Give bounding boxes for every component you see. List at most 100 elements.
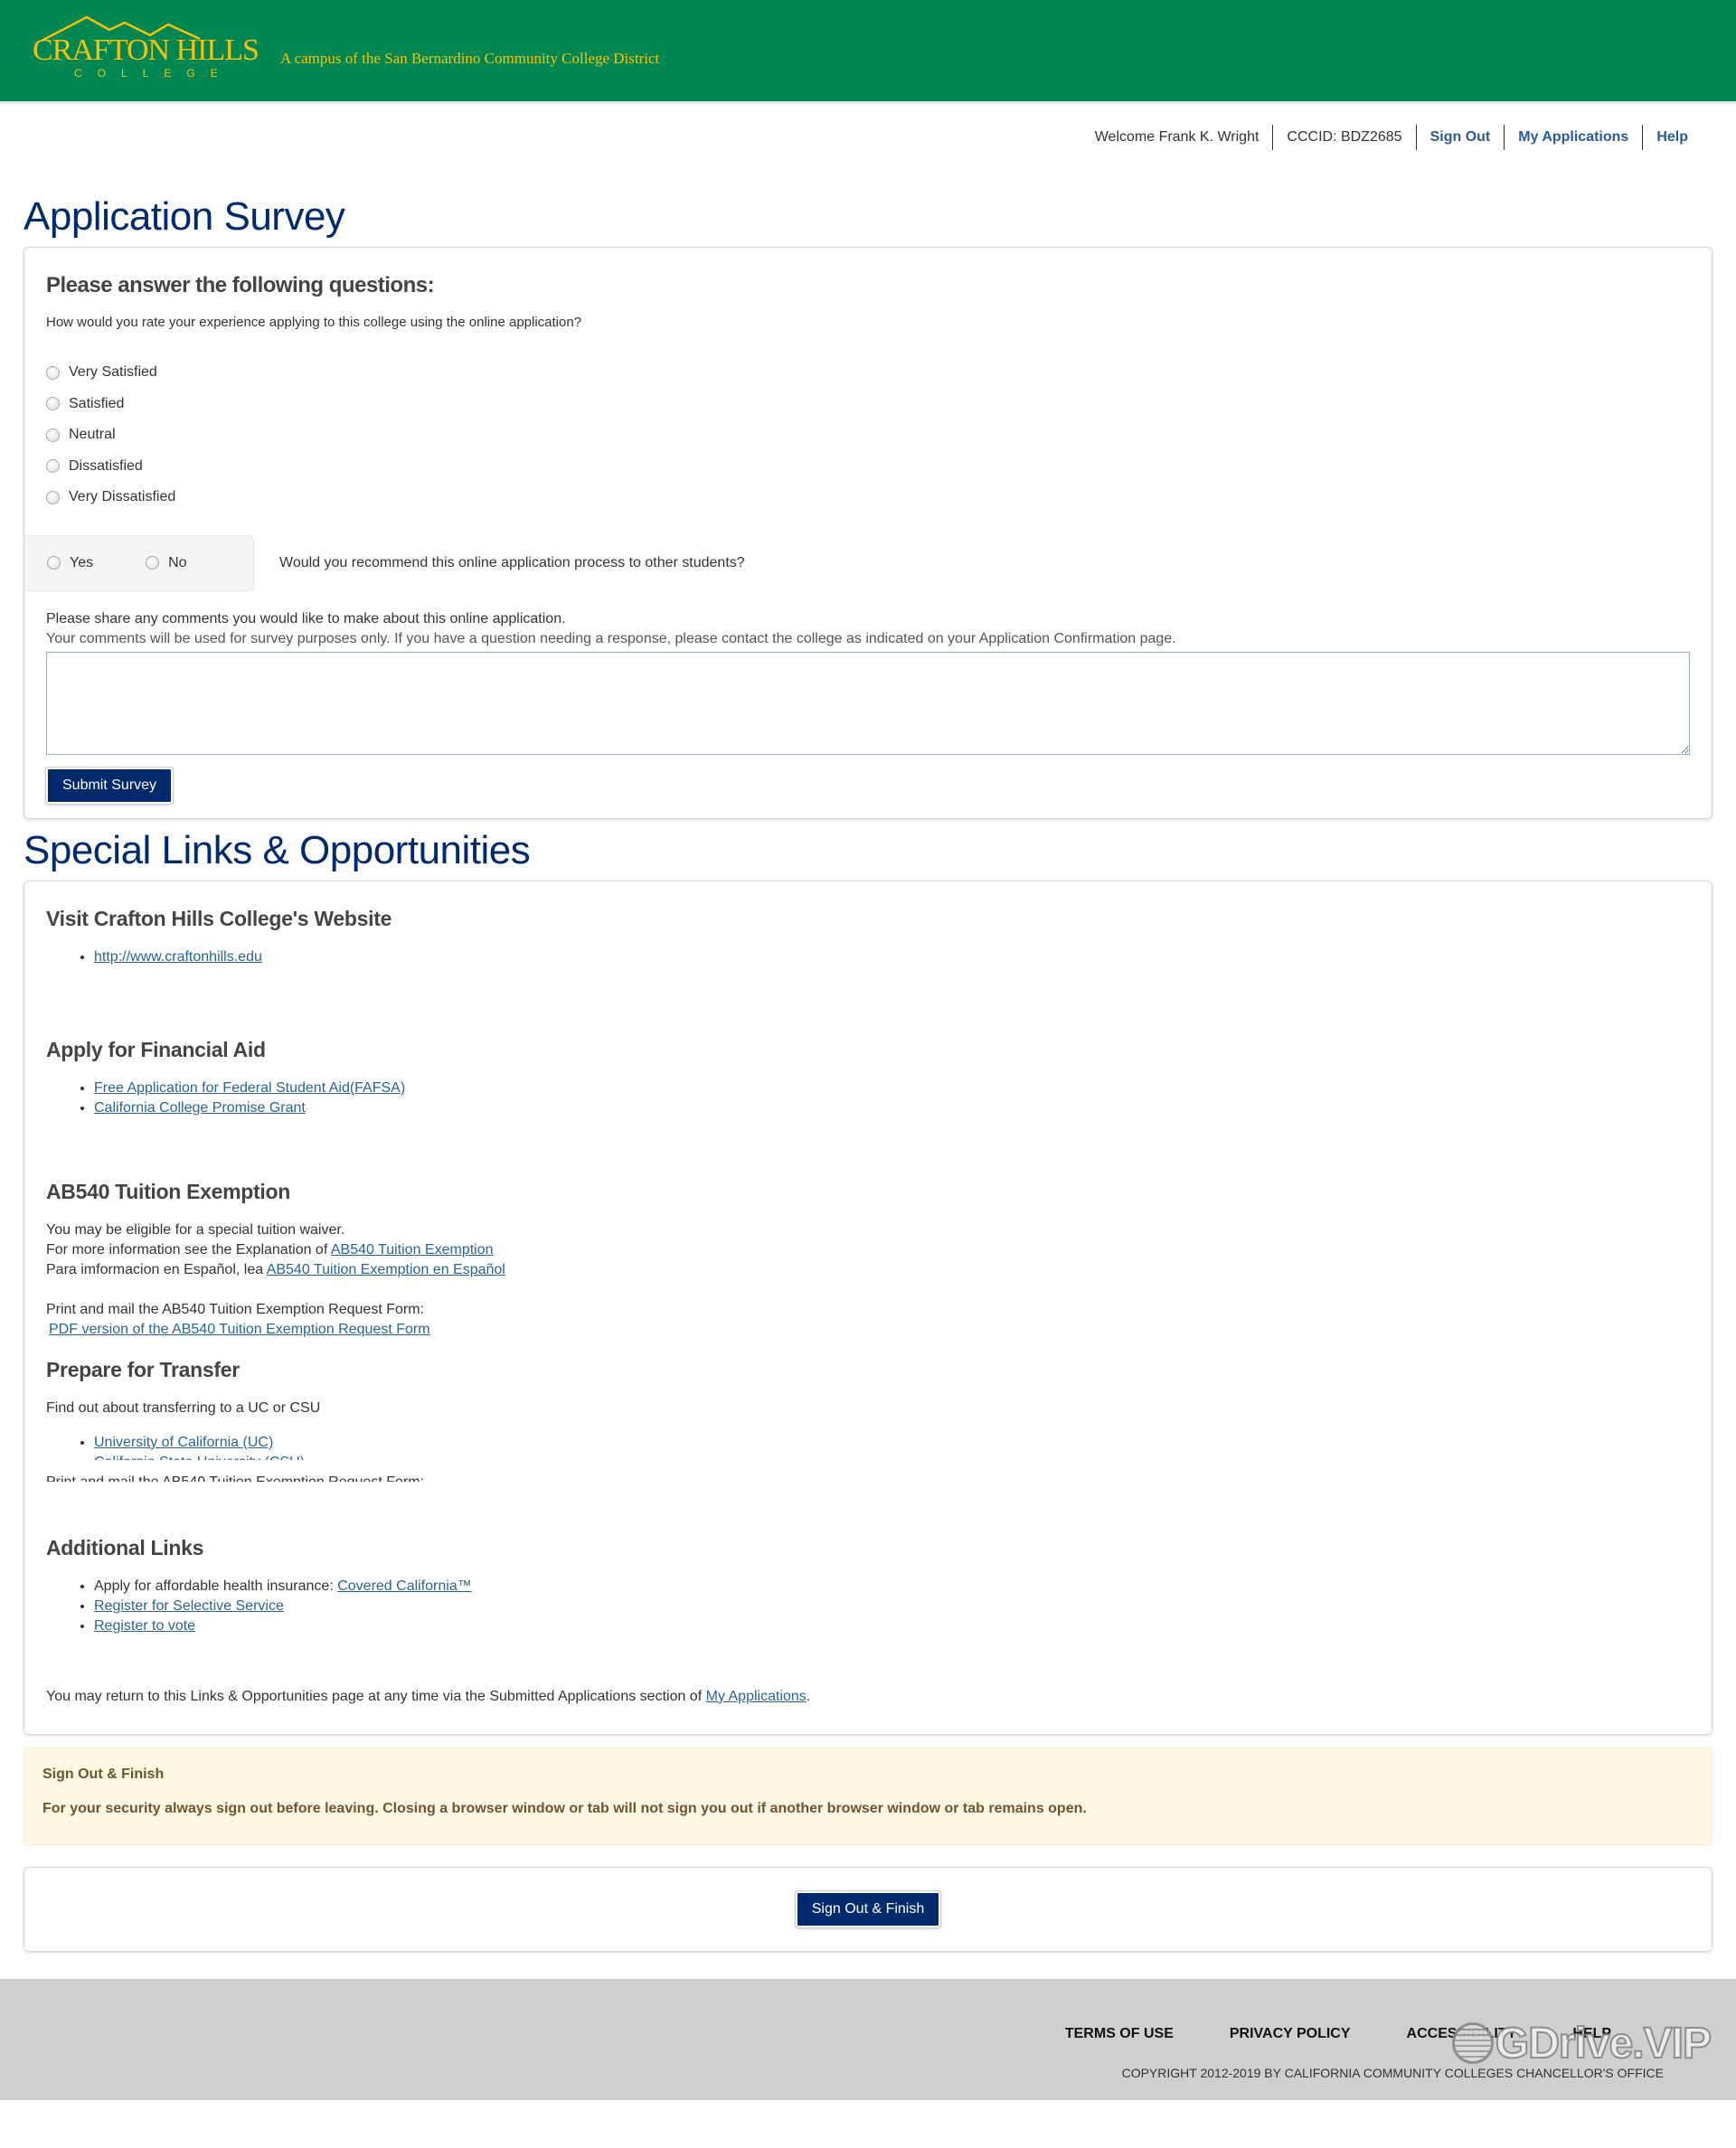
financial-aid-heading: Apply for Financial Aid (46, 1037, 266, 1061)
additional-links-list: Apply for affordable health insurance: C… (46, 1577, 1690, 1636)
list-item: http://www.craftonhills.edu (94, 947, 1690, 967)
option-label: Yes (70, 554, 94, 570)
option-label: Very Dissatisfied (69, 489, 176, 505)
list-item: Register for Selective Service (94, 1597, 1690, 1616)
links-title: Special Links & Opportunities (24, 827, 531, 872)
list-item: California State University (CSU) (94, 1453, 1690, 1460)
option-label: Dissatisfied (69, 457, 143, 474)
survey-heading: Please answer the following questions: (46, 273, 435, 297)
radio-button[interactable] (46, 490, 60, 504)
financial-aid-list: Free Application for Federal Student Aid… (46, 1079, 1690, 1118)
radio-button[interactable] (47, 556, 61, 570)
transfer-intro: Find out about transferring to a UC or C… (46, 1399, 321, 1416)
return-note-text: You may return to this Links & Opportuni… (46, 1688, 703, 1704)
list-item: University of California (UC) (94, 1433, 1690, 1453)
cccid-text: CCCID: BDZ2685 (1287, 129, 1402, 145)
links-panel: Visit Crafton Hills College's Website ht… (24, 880, 1712, 1735)
sign-out-alert: Sign Out & Finish For your security alwa… (24, 1747, 1712, 1845)
footer-privacy-link[interactable]: PRIVACY POLICY (1230, 2026, 1351, 2042)
recommend-yes-option[interactable]: Yes (47, 555, 93, 571)
option-label: Satisfied (69, 395, 125, 411)
list-item: Apply for affordable health insurance: C… (94, 1577, 1690, 1597)
health-insurance-text: Apply for affordable health insurance: (94, 1578, 334, 1594)
radio-button[interactable] (146, 556, 160, 570)
survey-title: Application Survey (24, 194, 345, 239)
college-website-link[interactable]: http://www.craftonhills.edu (94, 949, 262, 965)
watermark-text: GDrive.VIP (1495, 2019, 1712, 2068)
list-item: California College Promise Grant (94, 1098, 1690, 1118)
rating-question: How would you rate your experience apply… (46, 315, 582, 330)
rating-option-satisfied[interactable]: Satisfied (46, 389, 1690, 420)
ab540-line3-text: Para imformacion en Español, lea (46, 1261, 264, 1277)
transfer-list: University of California (UC) California… (46, 1433, 1690, 1460)
option-label: Very Satisfied (69, 364, 157, 381)
radio-button[interactable] (46, 397, 60, 411)
transfer-heading: Prepare for Transfer (46, 1357, 240, 1381)
page-content: Application Survey Please answer the fol… (0, 194, 1736, 1952)
register-vote-link[interactable]: Register to vote (94, 1618, 195, 1634)
my-applications-link[interactable]: My Applications (1505, 127, 1642, 148)
site-header: CRAFTON HILLS COLLEGE A campus of the Sa… (0, 0, 1736, 104)
ab540-line1: You may be eligible for a special tuitio… (46, 1221, 345, 1238)
comments-textarea[interactable] (46, 651, 1690, 755)
rating-option-very-satisfied[interactable]: Very Satisfied (46, 357, 1690, 389)
recommend-no-option[interactable]: No (146, 554, 187, 571)
radio-button[interactable] (46, 428, 60, 442)
sign-out-link[interactable]: Sign Out (1417, 127, 1505, 148)
rating-option-neutral[interactable]: Neutral (46, 419, 1690, 451)
recommend-options: Yes No (24, 534, 254, 591)
welcome-text: Welcome Frank K. Wright (1094, 129, 1260, 145)
radio-button[interactable] (46, 365, 60, 380)
user-nav: Welcome Frank K. Wright CCCID: BDZ2685 S… (0, 104, 1736, 158)
uc-link[interactable]: University of California (UC) (94, 1435, 273, 1450)
watermark: GDrive.VIP (1451, 2019, 1712, 2068)
promise-grant-link[interactable]: California College Promise Grant (94, 1100, 306, 1116)
site-footer: TERMS OF USE PRIVACY POLICY ACCESSIBILIT… (0, 1978, 1736, 2100)
transfer-clipped-text: Print and mail the AB540 Tuition Exempti… (46, 1473, 1690, 1482)
transfer-list-clipped: University of California (UC) California… (46, 1433, 1690, 1460)
additional-links-heading: Additional Links (46, 1535, 204, 1559)
website-list: http://www.craftonhills.edu (46, 947, 1690, 967)
option-label: No (168, 554, 187, 570)
covered-california-link[interactable]: Covered California™ (337, 1578, 472, 1594)
ab540-line2: For more information see the Explanation… (46, 1240, 1690, 1260)
help-link[interactable]: Help (1643, 127, 1702, 148)
finish-panel: Sign Out & Finish (24, 1866, 1712, 1952)
option-label: Neutral (69, 427, 116, 443)
comments-label: Please share any comments you would like… (46, 610, 566, 626)
sign-out-finish-button[interactable]: Sign Out & Finish (795, 1890, 941, 1927)
list-item: Register to vote (94, 1616, 1690, 1636)
ab540-print-text: Print and mail the AB540 Tuition Exempti… (46, 1301, 424, 1317)
ab540-line3: Para imformacion en Español, lea AB540 T… (46, 1260, 1690, 1280)
ab540-line2-text: For more information see the Explanation… (46, 1241, 328, 1258)
globe-icon (1451, 2022, 1494, 2064)
ab540-spanish-link[interactable]: AB540 Tuition Exemption en Español (267, 1262, 505, 1277)
ab540-pdf-row: PDF version of the AB540 Tuition Exempti… (46, 1320, 1690, 1340)
radio-button[interactable] (46, 459, 60, 474)
transfer-print-clipped: Print and mail the AB540 Tuition Exempti… (46, 1473, 1690, 1482)
submit-survey-button[interactable]: Submit Survey (46, 767, 174, 804)
recommend-question-row: Yes No Would you recommend this online a… (24, 534, 1690, 591)
logo-name: CRAFTON HILLS (33, 33, 259, 67)
alert-title: Sign Out & Finish (42, 1766, 165, 1782)
rating-option-very-dissatisfied[interactable]: Very Dissatisfied (46, 482, 1690, 513)
recommend-question: Would you recommend this online applicat… (279, 554, 745, 570)
fafsa-link[interactable]: Free Application for Federal Student Aid… (94, 1080, 405, 1096)
website-heading: Visit Crafton Hills College's Website (46, 906, 392, 930)
return-my-applications-link[interactable]: My Applications (706, 1689, 807, 1704)
ab540-explanation-link[interactable]: AB540 Tuition Exemption (331, 1242, 494, 1258)
survey-panel: Please answer the following questions: H… (24, 247, 1712, 819)
ab540-pdf-link[interactable]: PDF version of the AB540 Tuition Exempti… (49, 1322, 430, 1337)
header-tagline: A campus of the San Bernardino Community… (280, 50, 660, 67)
comments-note: Your comments will be used for survey pu… (46, 630, 1176, 646)
footer-terms-link[interactable]: TERMS OF USE (1065, 2026, 1174, 2042)
return-note-suffix: . (806, 1688, 811, 1704)
alert-body: For your security always sign out before… (42, 1800, 1087, 1816)
return-note: You may return to this Links & Opportuni… (46, 1687, 1690, 1707)
rating-option-dissatisfied[interactable]: Dissatisfied (46, 451, 1690, 483)
selective-service-link[interactable]: Register for Selective Service (94, 1598, 284, 1614)
csu-link[interactable]: California State University (CSU) (94, 1455, 305, 1460)
ab540-heading: AB540 Tuition Exemption (46, 1179, 290, 1203)
logo-subtitle: COLLEGE (74, 67, 233, 80)
college-logo[interactable]: CRAFTON HILLS COLLEGE (29, 15, 259, 86)
